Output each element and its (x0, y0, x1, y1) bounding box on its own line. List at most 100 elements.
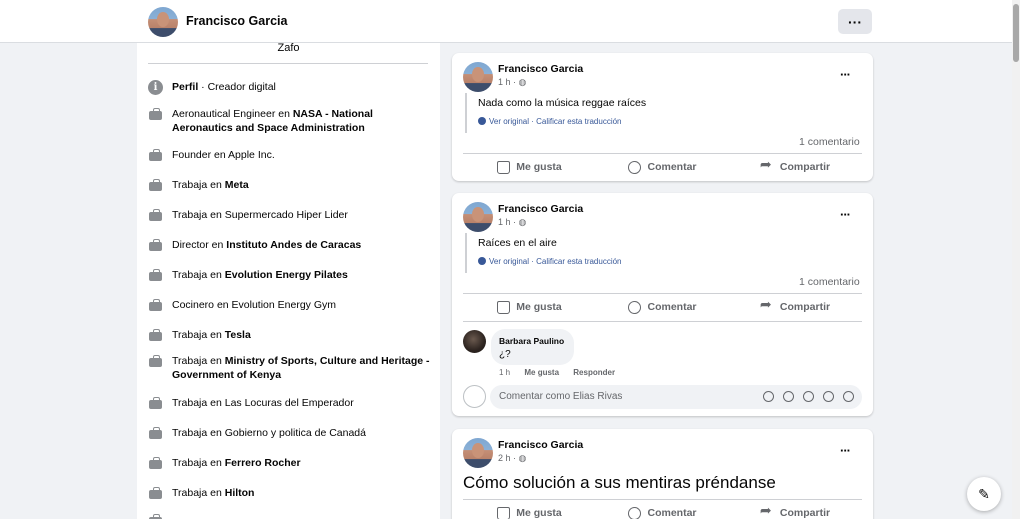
comment-meta: 1 h Me gusta Responder (499, 368, 627, 377)
post-actions: Me gusta Comentar Compartir (463, 295, 862, 319)
briefcase-icon (148, 107, 163, 122)
comment-input-placeholder: Comentar como Elias Rivas (499, 391, 623, 402)
page-scrollbar[interactable] (1012, 0, 1020, 519)
share-icon (760, 503, 774, 519)
post-more-button[interactable]: ··· (840, 207, 851, 222)
like-label: Me gusta (516, 301, 562, 313)
avatar-sticker-icon[interactable] (763, 391, 774, 402)
share-label: Compartir (779, 301, 831, 313)
comments-count[interactable]: 1 comentario (799, 136, 860, 148)
comment-input-icons (754, 391, 854, 402)
translation-links[interactable]: Ver original · Calificar esta traducción (478, 117, 622, 126)
comment-reply-link[interactable]: Responder (573, 368, 615, 377)
intro-row-work: Trabaja en Hilton (148, 486, 433, 501)
like-button[interactable]: Me gusta (463, 501, 596, 519)
post-divider (463, 321, 862, 322)
post-timestamp[interactable]: 2 h · ◍ (498, 453, 526, 464)
comments-count[interactable]: 1 comentario (799, 276, 860, 288)
scrollbar-thumb[interactable] (1013, 4, 1019, 62)
intro-row-bold[interactable]: Tesla (225, 329, 251, 341)
comment-like-link[interactable]: Me gusta (524, 368, 559, 377)
intro-row-prefix: Trabaja en (172, 457, 225, 469)
settings-icon (478, 117, 486, 125)
post-author-name[interactable]: Francisco Garcia (498, 203, 583, 215)
briefcase-icon (148, 268, 163, 283)
camera-icon[interactable] (803, 391, 814, 402)
post-divider (463, 293, 862, 294)
intro-row-bold[interactable]: Hilton (225, 487, 255, 499)
globe-icon: ◍ (518, 217, 527, 227)
comment-label: Comentar (647, 161, 697, 173)
comment-label: Comentar (647, 301, 697, 313)
briefcase-icon (148, 298, 163, 313)
share-button[interactable]: Compartir (729, 295, 862, 319)
intro-row-work: Aeronautical Engineer en NASA - National… (148, 107, 433, 135)
profile-avatar[interactable] (148, 7, 178, 37)
comment-time[interactable]: 1 h (499, 368, 510, 377)
intro-row-work: Trabaja en Evolution Energy Pilates (148, 268, 433, 283)
intro-row-suffix: · Creador digital (198, 81, 276, 93)
intro-row-text: Perfil · Creador digital (172, 80, 276, 94)
translation-links[interactable]: Ver original · Calificar esta traducción (478, 257, 622, 266)
intro-row-bold[interactable]: Evolution Energy Pilates (225, 269, 348, 281)
intro-row-prefix: Trabaja en (172, 269, 225, 281)
post-timestamp[interactable]: 1 h · ◍ (498, 77, 526, 88)
post-time[interactable]: 1 h · (498, 217, 516, 227)
compose-message-button[interactable]: ✎ (967, 477, 1001, 511)
intro-row-bold[interactable]: Meta (225, 179, 249, 191)
post-timestamp[interactable]: 1 h · ◍ (498, 217, 526, 228)
post-author-name[interactable]: Francisco Garcia (498, 439, 583, 451)
post-author-name[interactable]: Francisco Garcia (498, 63, 583, 75)
post-divider (463, 153, 862, 154)
intro-row-work: Trabaja en Ministry of Sports, Culture a… (148, 354, 433, 382)
comment-icon (628, 160, 642, 174)
post-time[interactable]: 2 h · (498, 453, 516, 463)
intro-row-work: Cocinero en Evolution Energy Gym (148, 298, 433, 313)
share-button[interactable]: Compartir (729, 501, 862, 519)
like-button[interactable]: Me gusta (463, 155, 596, 179)
translation-text[interactable]: Ver original · Calificar esta traducción (489, 117, 622, 126)
briefcase-icon (148, 208, 163, 223)
comment-button[interactable]: Comentar (596, 295, 729, 319)
comment-button[interactable]: Comentar (596, 501, 729, 519)
post-card: Francisco Garcia 1 h · ◍ ··· Raíces en e… (452, 193, 873, 416)
sticker-icon[interactable] (843, 391, 854, 402)
gif-icon[interactable] (823, 391, 834, 402)
intro-row-prefix: Trabaja en Las Locuras del Emperador (172, 397, 354, 409)
intro-row-text: Aeronautical Engineer en NASA - National… (172, 107, 433, 135)
briefcase-icon (148, 396, 163, 411)
intro-row-work: Trabaja en Gobierno y politica de Canadá (148, 426, 433, 441)
intro-row-work: Trabaja en Tesla (148, 328, 433, 343)
post-text: Raíces en el aire (478, 237, 557, 249)
intro-row-bold[interactable]: Perfil (172, 81, 198, 93)
commenter-avatar[interactable] (463, 330, 486, 353)
share-button[interactable]: Compartir (729, 155, 862, 179)
intro-row-profile: i Perfil · Creador digital (148, 80, 433, 95)
briefcase-icon (148, 178, 163, 193)
post-actions: Me gusta Comentar Compartir (463, 501, 862, 519)
share-icon (760, 157, 774, 174)
post-time[interactable]: 1 h · (498, 77, 516, 87)
intro-row-prefix: Trabaja en (172, 329, 225, 341)
like-button[interactable]: Me gusta (463, 295, 596, 319)
more-options-button[interactable]: ··· (838, 9, 872, 34)
intro-row-prefix: Cocinero en Evolution Energy Gym (172, 299, 336, 311)
emoji-icon[interactable] (783, 391, 794, 402)
comment-button[interactable]: Comentar (596, 155, 729, 179)
intro-row-prefix: Director en (172, 239, 227, 251)
post-author-avatar[interactable] (463, 62, 493, 92)
intro-row-bold[interactable]: Instituto Andes de Caracas (226, 239, 361, 251)
comment-input[interactable]: Comentar como Elias Rivas (490, 385, 862, 409)
translation-text[interactable]: Ver original · Calificar esta traducción (489, 257, 622, 266)
translation-quote-bar (465, 233, 467, 273)
post-author-avatar[interactable] (463, 202, 493, 232)
post-more-button[interactable]: ··· (840, 443, 851, 458)
profile-name[interactable]: Francisco Garcia (186, 14, 287, 28)
intro-row-bold[interactable]: Ferrero Rocher (225, 457, 301, 469)
briefcase-icon (148, 513, 163, 519)
post-author-avatar[interactable] (463, 438, 493, 468)
globe-icon: ◍ (518, 77, 527, 87)
post-more-button[interactable]: ··· (840, 67, 851, 82)
globe-icon: ◍ (518, 453, 527, 463)
commenter-name[interactable]: Barbara Paulino (499, 336, 564, 346)
